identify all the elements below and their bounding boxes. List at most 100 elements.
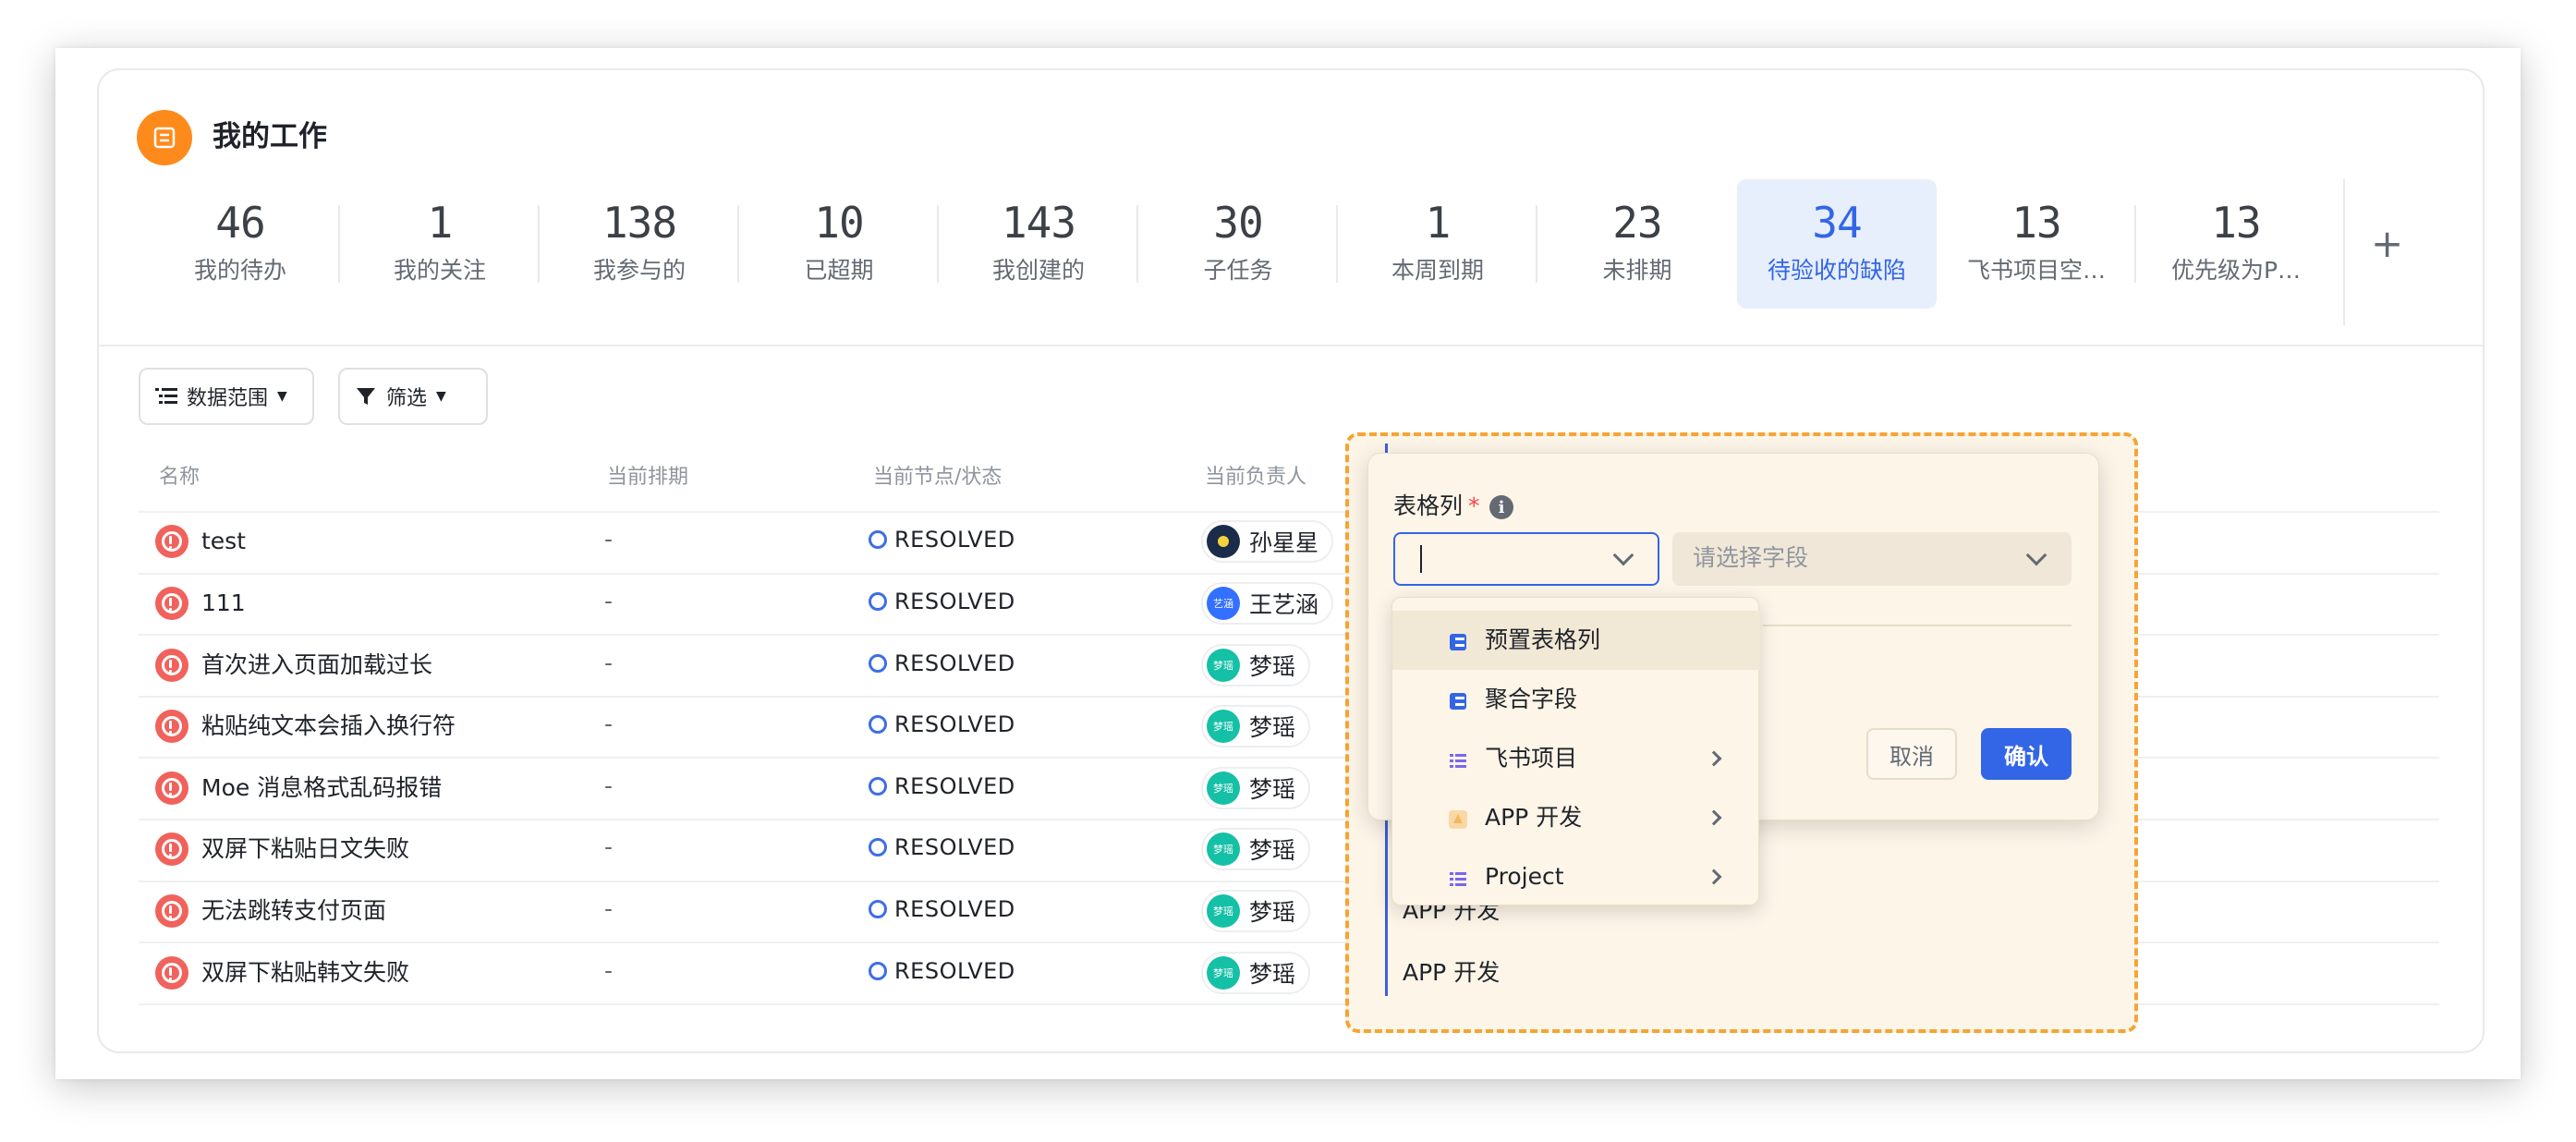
bug-icon [155, 893, 188, 928]
owner-chip[interactable]: 梦瑶 梦瑶 [1201, 705, 1311, 748]
bug-glyph [162, 962, 182, 983]
item-status[interactable]: RESOLVED [869, 958, 1015, 984]
item-name[interactable]: 双屏下粘贴日文失败 [201, 832, 409, 866]
info-icon[interactable]: i [1489, 495, 1513, 519]
status-text: RESOLVED [894, 772, 1015, 799]
data-scope-button[interactable]: 数据范围 ▼ [139, 368, 314, 425]
item-schedule: - [604, 526, 614, 553]
filter-button[interactable]: 筛选 ▼ [338, 368, 488, 425]
filter-icon [357, 388, 375, 405]
app-dev-icon [1448, 808, 1467, 829]
bug-icon [155, 586, 188, 620]
owner-chip[interactable]: 梦瑶 梦瑶 [1201, 889, 1311, 932]
avatar: 梦瑶 [1207, 648, 1240, 682]
item-status[interactable]: RESOLVED [869, 773, 1015, 799]
item-status[interactable]: RESOLVED [869, 650, 1015, 676]
stat-count: 13 [2011, 198, 2061, 248]
page-title: 我的工作 [213, 120, 327, 153]
stat-tab[interactable]: 30 子任务 [1138, 179, 1338, 309]
menu-item[interactable]: 飞书项目 [1392, 729, 1760, 788]
stat-tab[interactable]: 1 本周到期 [1338, 179, 1537, 309]
owner-name: 梦瑶 [1249, 898, 1296, 926]
menu-item[interactable]: 预置表格列 [1392, 611, 1760, 670]
item-status[interactable]: RESOLVED [869, 711, 1015, 737]
owner-name: 梦瑶 [1249, 714, 1296, 742]
stat-label: 我参与的 [592, 257, 686, 284]
column-header-owner[interactable]: 当前负责人 [1205, 464, 1306, 492]
column-header-schedule[interactable]: 当前排期 [607, 464, 688, 492]
stat-tab[interactable]: 13 飞书项目空… [1937, 179, 2136, 309]
stat-count: 30 [1213, 198, 1263, 248]
bug-icon [155, 710, 188, 744]
stat-count: 23 [1612, 198, 1662, 248]
owner-chip[interactable]: 孙星星 [1201, 520, 1334, 564]
stat-label: 飞书项目空… [1966, 257, 2106, 284]
item-status[interactable]: RESOLVED [869, 896, 1015, 922]
stat-tab[interactable]: 34 待验收的缺陷 [1737, 179, 1937, 309]
project-list-icon [1448, 749, 1466, 768]
menu-item-label: APP 开发 [1485, 804, 1583, 831]
owner-name: 孙星星 [1249, 529, 1319, 557]
extra-column-value: APP 开发 [1403, 958, 1501, 986]
table-column-label: 表格列 * [1393, 490, 1480, 523]
stat-label: 优先级为P… [2170, 257, 2302, 284]
stat-count: 1 [1425, 198, 1452, 248]
stat-tab[interactable]: 143 我创建的 [939, 179, 1138, 309]
column-type-menu: 预置表格列聚合字段飞书项目 APP 开发 Project [1391, 597, 1760, 906]
stat-tab[interactable]: 46 我的待办 [140, 179, 340, 309]
item-name[interactable]: test [201, 525, 246, 558]
menu-item[interactable]: Project [1392, 847, 1760, 906]
status-text: RESOLVED [894, 588, 1015, 614]
field-select-placeholder: 请选择字段 [1693, 544, 1809, 571]
chevron-right-icon [1706, 869, 1722, 885]
confirm-button[interactable]: 确认 [1981, 728, 2072, 780]
item-status[interactable]: RESOLVED [869, 589, 1015, 614]
avatar-dot [1218, 536, 1229, 548]
owner-name: 梦瑶 [1249, 960, 1296, 988]
caret-down-icon: ▼ [277, 389, 287, 404]
owner-chip[interactable]: 梦瑶 梦瑶 [1201, 766, 1311, 809]
status-text: RESOLVED [894, 834, 1015, 861]
column-header-status[interactable]: 当前节点/状态 [873, 464, 1002, 492]
item-status[interactable]: RESOLVED [869, 527, 1015, 553]
avatar: 梦瑶 [1207, 955, 1240, 990]
item-name[interactable]: 首次进入页面加载过长 [201, 649, 432, 682]
menu-item[interactable]: 聚合字段 [1392, 670, 1760, 729]
menu-item-label: 飞书项目 [1485, 745, 1578, 771]
bug-icon [155, 648, 188, 682]
stat-label: 我的待办 [193, 257, 286, 284]
stat-tab[interactable]: 1 我的关注 [340, 179, 540, 309]
item-name[interactable]: Moe 消息格式乱码报错 [201, 771, 442, 805]
owner-chip[interactable]: 梦瑶 梦瑶 [1201, 951, 1311, 994]
menu-item-label: 预置表格列 [1485, 626, 1601, 653]
stat-tab[interactable]: 23 未排期 [1537, 179, 1737, 309]
cancel-button[interactable]: 取消 [1866, 728, 1957, 780]
bug-glyph [162, 654, 182, 675]
column-header-name[interactable]: 名称 [159, 464, 200, 492]
owner-chip[interactable]: 梦瑶 梦瑶 [1201, 828, 1311, 871]
table-column-label-text: 表格列 [1393, 492, 1464, 519]
chevron-right-icon [1706, 809, 1722, 826]
item-name[interactable]: 111 [201, 587, 246, 620]
owner-chip[interactable]: 艺涵 王艺涵 [1201, 581, 1334, 625]
project-list-icon [1448, 868, 1466, 886]
item-status[interactable]: RESOLVED [869, 834, 1015, 860]
menu-item[interactable]: APP 开发 [1392, 788, 1760, 847]
item-schedule: - [604, 587, 614, 614]
aggregate-field-icon [1448, 690, 1466, 710]
stat-count: 46 [215, 198, 265, 248]
item-name[interactable]: 双屏下粘贴韩文失败 [201, 956, 409, 990]
status-ring-icon [869, 653, 887, 673]
stat-tab[interactable]: 138 我参与的 [540, 179, 739, 309]
item-name[interactable]: 无法跳转支付页面 [201, 894, 386, 928]
add-view-button[interactable]: + [2371, 216, 2403, 272]
stat-count: 10 [814, 198, 864, 248]
field-select[interactable]: 请选择字段 [1672, 532, 2072, 586]
stat-tab[interactable]: 10 已超期 [739, 179, 939, 309]
stat-tab[interactable]: 13 优先级为P… [2136, 179, 2336, 309]
item-schedule: - [604, 771, 614, 799]
stat-label: 我的关注 [393, 257, 486, 284]
item-name[interactable]: 粘贴纯文本会插入换行符 [201, 710, 456, 743]
stat-label: 子任务 [1203, 257, 1273, 284]
owner-chip[interactable]: 梦瑶 梦瑶 [1201, 643, 1311, 686]
